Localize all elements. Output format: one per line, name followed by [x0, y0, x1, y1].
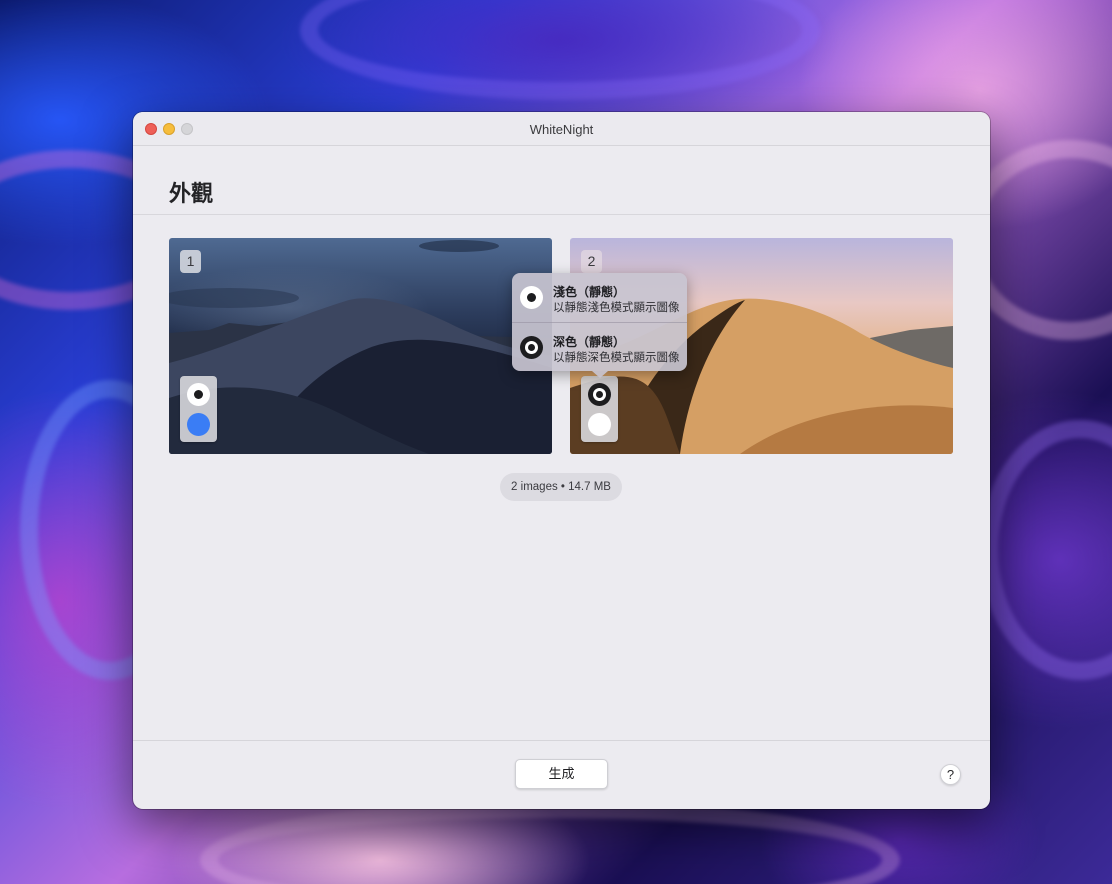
- light-mode-option[interactable]: [588, 413, 611, 436]
- image-thumbnail-1[interactable]: 1: [169, 238, 552, 454]
- title-bar: WhiteNight: [133, 112, 990, 146]
- appearance-mode-selector[interactable]: [180, 376, 217, 442]
- menu-item-subtitle: 以靜態深色模式顯示圖像: [553, 352, 680, 364]
- dune-landscape-dark: [169, 240, 552, 454]
- image-index-badge: 2: [581, 250, 602, 273]
- image-index-badge: 1: [180, 250, 201, 273]
- light-mode-icon: [520, 286, 543, 309]
- dark-mode-icon[interactable]: [588, 383, 611, 406]
- appearance-popover-menu: 淺色（靜態） 以靜態淺色模式顯示圖像 深色（靜態） 以靜態深色模式顯示圖像: [512, 273, 687, 378]
- page-header: 外觀: [133, 146, 990, 215]
- menu-item-subtitle: 以靜態淺色模式顯示圖像: [553, 302, 680, 314]
- menu-item-dark-static[interactable]: 深色（靜態） 以靜態深色模式顯示圖像: [512, 322, 687, 371]
- image-summary-badge: 2 images • 14.7 MB: [500, 473, 622, 501]
- dark-mode-icon: [520, 336, 543, 359]
- menu-item-light-static[interactable]: 淺色（靜態） 以靜態淺色模式顯示圖像: [512, 273, 687, 322]
- light-mode-icon[interactable]: [187, 383, 210, 406]
- menu-item-title: 淺色（靜態）: [553, 285, 626, 299]
- window-title: WhiteNight: [529, 122, 594, 137]
- dark-mode-option-selected[interactable]: [187, 413, 210, 436]
- help-button[interactable]: ?: [940, 764, 961, 785]
- generate-button[interactable]: 生成: [515, 759, 608, 789]
- page-title: 外觀: [169, 181, 214, 206]
- appearance-mode-selector[interactable]: [581, 376, 618, 442]
- app-window: WhiteNight 外觀 1 2 淺色（靜態） 以靜態淺色模式顯示圖像 深色（…: [133, 112, 990, 809]
- menu-item-title: 深色（靜態）: [553, 335, 626, 349]
- footer-bar: 生成 ?: [133, 740, 990, 809]
